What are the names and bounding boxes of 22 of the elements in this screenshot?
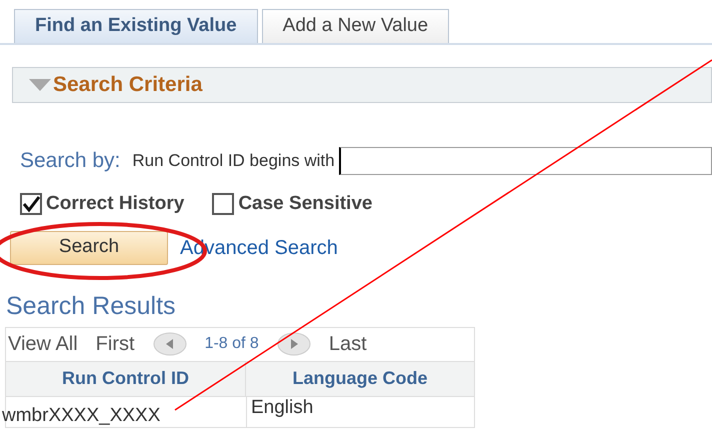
tab[interactable]: Find an Existing Value [14, 9, 258, 43]
row-count: 1-8 of 8 [204, 334, 259, 354]
column-header[interactable]: Run Control ID [6, 362, 246, 396]
column-header[interactable]: Language Code [246, 362, 474, 396]
section-title: Search Results [6, 290, 176, 320]
collapse-triangle-icon[interactable] [29, 78, 51, 92]
pager-link[interactable]: Last [328, 329, 367, 359]
section-header-bar[interactable]: Search Criteria [12, 67, 712, 103]
checkbox-label: Case Sensitive [238, 192, 372, 216]
field-label: Run Control ID begins with [132, 150, 335, 172]
checkbox-label: Correct History [46, 192, 184, 216]
table-cell: wmbrXXXX_XXXX [2, 404, 160, 426]
tab[interactable]: Add a New Value [262, 9, 450, 43]
checkbox[interactable] [212, 193, 234, 216]
input-field[interactable] [338, 147, 712, 175]
checkbox[interactable] [20, 193, 42, 216]
search-button[interactable]: Search [10, 230, 168, 264]
pager-link[interactable]: View All [8, 329, 78, 359]
pager-link[interactable]: First [96, 329, 135, 359]
table-cell: English [251, 396, 314, 418]
field-caption: Search by: [20, 148, 120, 174]
section-title: Search Criteria [53, 72, 202, 98]
